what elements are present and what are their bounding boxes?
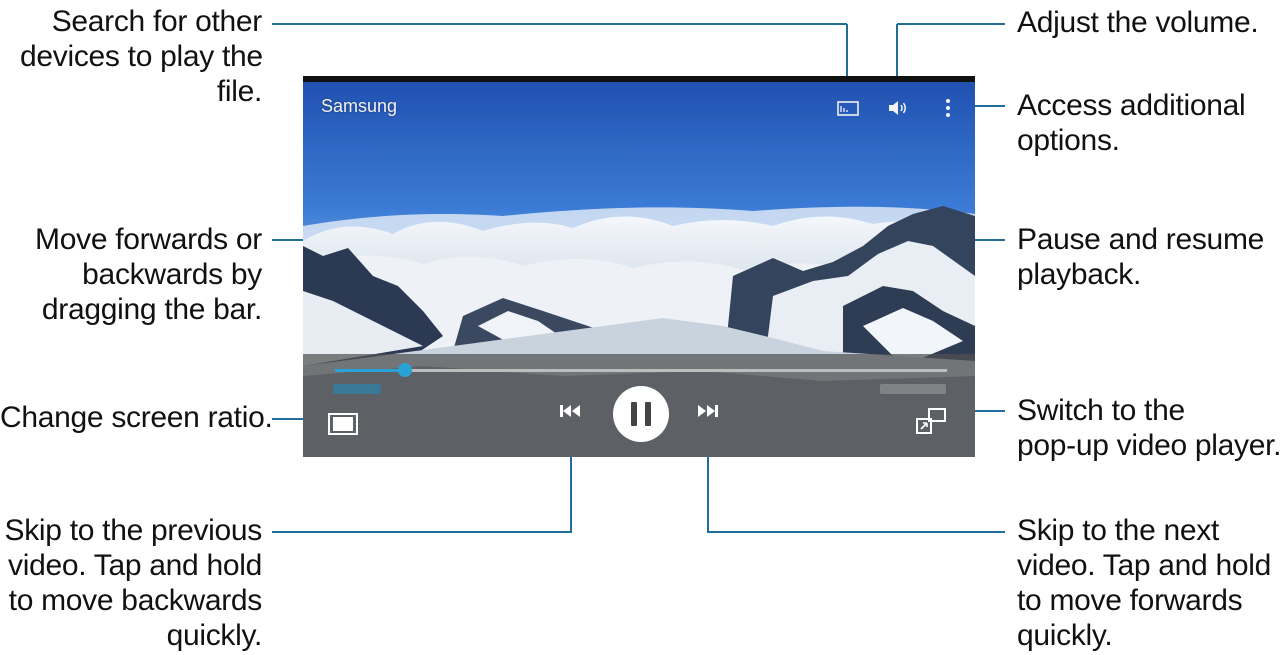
video-title: Samsung	[321, 96, 398, 116]
progress-bar[interactable]	[335, 363, 947, 377]
progress-bar-thumb[interactable]	[398, 363, 413, 377]
volume-icon[interactable]	[886, 98, 910, 118]
callout-pause-resume: Pause and resume playback.	[1017, 223, 1265, 291]
pause-icon	[631, 402, 637, 426]
total-time	[880, 384, 946, 394]
status-bar	[303, 76, 975, 82]
callout-adjust-volume: Adjust the volume.	[1017, 6, 1259, 39]
skip-next-icon[interactable]	[697, 402, 719, 420]
pause-button[interactable]	[613, 386, 669, 442]
skip-previous-icon[interactable]	[559, 402, 581, 420]
callout-skip-previous: Skip to the previous video. Tap and hold…	[4, 514, 263, 652]
more-options-icon[interactable]	[941, 98, 955, 118]
callout-popup-player: Switch to the pop-up video player.	[1017, 394, 1282, 462]
popup-player-icon[interactable]	[915, 406, 947, 436]
elapsed-time	[333, 384, 381, 394]
callout-screen-ratio: Change screen ratio.	[0, 401, 273, 434]
callout-search-devices: Search for other devices to play the fil…	[20, 5, 263, 108]
playback-controls-bar	[303, 354, 975, 457]
video-player-screen[interactable]: Samsung	[303, 76, 975, 457]
screen-mirroring-icon[interactable]	[836, 98, 860, 118]
callout-additional-options: Access additional options.	[1017, 89, 1246, 157]
callout-skip-next: Skip to the next video. Tap and hold to …	[1017, 514, 1271, 652]
progress-bar-fill	[335, 369, 406, 372]
screen-ratio-icon[interactable]	[325, 411, 361, 437]
callout-move-bar: Move forwards or backwards by dragging t…	[35, 223, 262, 326]
